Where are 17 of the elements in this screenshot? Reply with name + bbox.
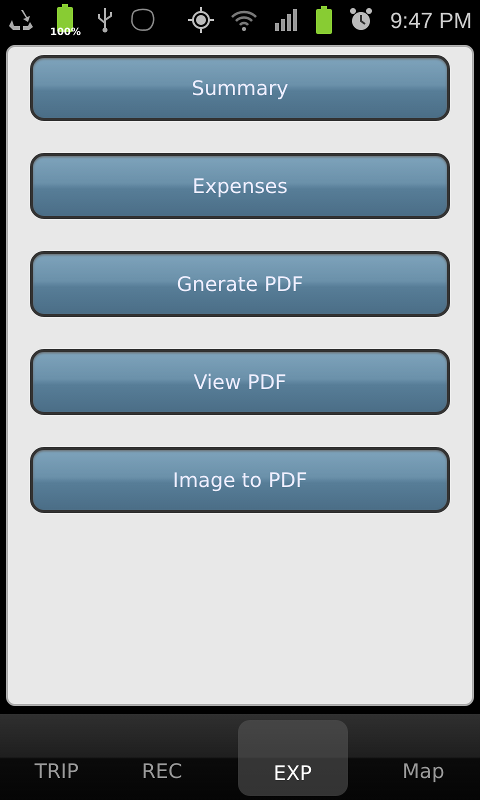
wifi-icon (230, 8, 258, 32)
clock-time: 9:47 PM (390, 6, 472, 34)
menu-button[interactable]: Image to PDF (30, 447, 450, 513)
menu-button[interactable]: Expenses (30, 153, 450, 219)
tab[interactable]: Map (370, 720, 476, 794)
tab[interactable]: EXP (238, 720, 348, 796)
tab[interactable]: REC (109, 720, 215, 794)
tab[interactable]: TRIP (4, 720, 110, 794)
usb-icon (96, 7, 114, 33)
alarm-icon (348, 7, 374, 33)
gps-icon (188, 7, 214, 33)
battery-percent: 100% (50, 28, 81, 38)
menu-button[interactable]: Summary (30, 55, 450, 121)
battery-icon (316, 6, 332, 34)
menu-button[interactable]: Gnerate PDF (30, 251, 450, 317)
menu-button[interactable]: View PDF (30, 349, 450, 415)
blob-icon (130, 7, 156, 33)
